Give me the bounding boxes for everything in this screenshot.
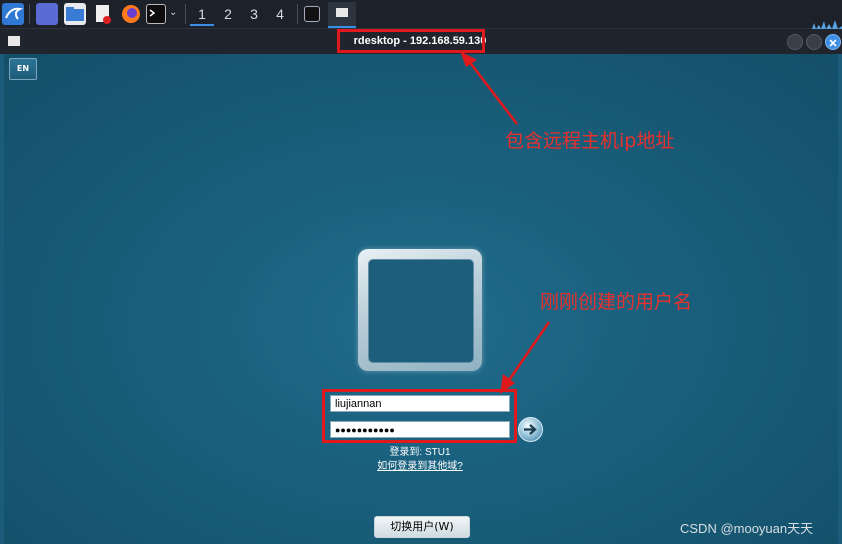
workspace-1[interactable]: 1 [190,2,214,26]
annotation-arrow-icon [500,321,551,394]
cpu-graph-icon [812,14,842,29]
chevron-down-icon[interactable]: ⌄ [169,7,177,18]
credentials-highlight-box [322,389,517,443]
workspace-3[interactable]: 3 [242,2,266,26]
text-editor-icon[interactable] [92,3,114,25]
workspace-4[interactable]: 4 [268,2,292,26]
minimize-button[interactable] [787,34,803,50]
file-manager-icon[interactable] [64,3,86,25]
taskbar: ⌄ 1 2 3 4 [0,0,842,29]
kali-menu-icon[interactable] [2,3,24,25]
switch-user-button[interactable]: 切换用户(W) [374,516,470,538]
terminal-icon[interactable] [146,4,166,24]
maximize-button[interactable] [806,34,822,50]
arrow-right-icon [524,424,537,435]
login-submit-button[interactable] [518,417,543,442]
username-annotation: 刚刚创建的用户名 [540,291,693,313]
workspace-2[interactable]: 2 [216,2,240,26]
taskbar-separator [29,4,30,24]
terminal-window-icon[interactable] [304,6,320,22]
annotation-arrow-icon [460,51,518,125]
login-domain-text: 登录到: STU1 [389,447,451,458]
watermark: CSDN @mooyuan天天 [680,521,814,536]
taskbar-separator [297,4,298,24]
other-domain-link[interactable]: 如何登录到其他域? [330,457,510,472]
close-icon [829,39,837,47]
ip-annotation: 包含远程主机ip地址 [505,130,675,152]
window-icon [8,36,20,46]
desktop-icon[interactable] [36,3,58,25]
user-avatar [368,259,474,363]
rdesktop-task-icon[interactable] [328,2,356,28]
language-indicator[interactable]: EN [9,58,37,80]
firefox-icon[interactable] [120,3,142,25]
taskbar-separator [185,4,186,24]
close-button[interactable] [825,34,841,50]
